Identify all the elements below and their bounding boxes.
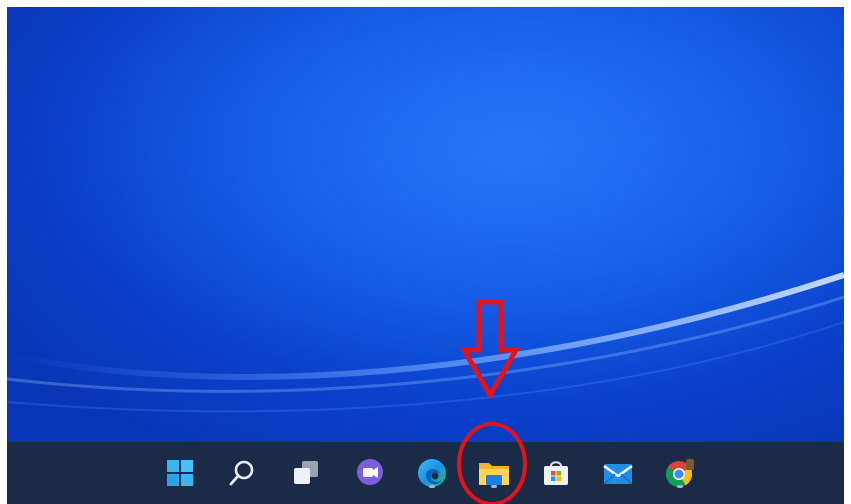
search-icon bbox=[229, 460, 254, 486]
mail-icon bbox=[603, 464, 633, 485]
highlight-circle-annotation bbox=[457, 422, 527, 504]
teams-chat-icon bbox=[357, 459, 383, 485]
microsoft-store-icon bbox=[544, 461, 568, 485]
store-button[interactable] bbox=[539, 456, 573, 490]
chrome-button[interactable] bbox=[663, 456, 697, 490]
desktop-wallpaper bbox=[7, 7, 844, 442]
task-view-icon bbox=[294, 461, 318, 484]
task-view-button[interactable] bbox=[289, 456, 323, 490]
mail-button[interactable] bbox=[601, 456, 635, 490]
search-button[interactable] bbox=[225, 456, 259, 490]
taskbar bbox=[7, 442, 844, 504]
start-button[interactable] bbox=[163, 456, 197, 490]
down-arrow-annotation bbox=[459, 299, 521, 400]
profile-badge-icon bbox=[686, 459, 694, 470]
running-indicator bbox=[677, 485, 683, 488]
chat-button[interactable] bbox=[353, 456, 387, 490]
edge-button[interactable] bbox=[415, 456, 449, 490]
running-indicator bbox=[429, 485, 435, 488]
windows-logo-icon bbox=[167, 460, 193, 486]
